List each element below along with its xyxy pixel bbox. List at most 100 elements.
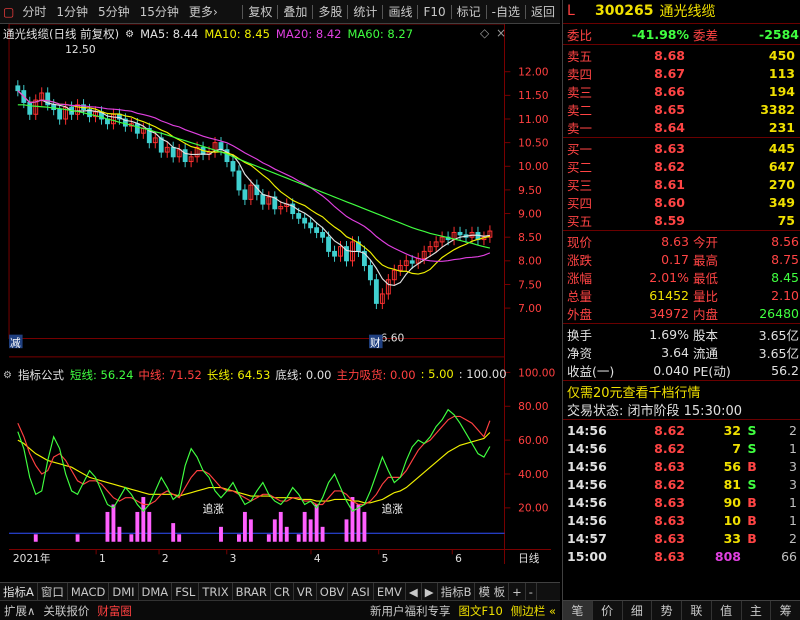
f10-graphic-button[interactable]: 图文F10 [455,603,507,619]
ma10-line [17,90,491,275]
order-book-row[interactable]: 买四 8.60 349 [567,193,800,211]
tick-volume: 808 [714,548,741,564]
indicator-tab[interactable]: ASI [348,582,374,601]
multi-stock-button[interactable]: 多股 [313,1,347,23]
indicator-tab[interactable]: 指标B [438,582,476,601]
overlay-button[interactable]: 叠加 [278,1,312,23]
order-book-row[interactable]: 卖二 8.65 3382 [567,100,800,118]
order-book-row[interactable]: 卖三 8.66 194 [567,82,800,100]
indicator-title[interactable]: 指标公式 [18,367,64,383]
tick-price: 8.63 [654,512,685,528]
order-book-row[interactable]: 卖一 8.64 231 [567,118,800,136]
indicator-tab[interactable]: + [509,582,526,601]
more-label: 更多 [188,4,213,19]
remove-watchlist-button[interactable]: -自选 [487,1,525,23]
settings-icon[interactable]: ⚙ [125,29,134,40]
mark-button[interactable]: 标记 [452,1,486,23]
related-quote-button[interactable]: 关联报价 [39,603,93,619]
close-icon[interactable]: × [496,26,506,40]
tab-more[interactable]: 更多› [184,1,223,23]
fuquan-button[interactable]: 复权 [243,1,277,23]
stat-label: 内盘 [693,306,719,322]
expand-button[interactable]: 扩展∧ [0,603,39,619]
indicator-tick-label: 60.00 [518,434,549,447]
indicator-tab[interactable]: BRAR [233,582,271,601]
month-label: 6 [455,552,462,564]
indicator-tab[interactable]: - [526,582,537,601]
accumulation-bar [111,504,116,542]
level-volume: 113 [768,65,795,81]
level-volume: 445 [768,140,795,156]
f10-button[interactable]: F10 [418,1,450,23]
panel-tab[interactable]: 势 [652,601,682,620]
panel-tab[interactable]: 笔 [563,601,593,620]
indicator-tab[interactable]: DMI [109,582,139,601]
stats-button[interactable]: 统计 [348,1,382,23]
stat-value: 0.17 [661,251,689,267]
ma-legend-item: MA5: 8.44 [140,27,199,41]
settings-icon[interactable]: ⚙ [3,370,12,381]
indicator-tab[interactable]: 窗口 [38,582,68,601]
indicator-tab[interactable]: VR [294,582,317,601]
indicator-tab[interactable]: MACD [68,582,110,601]
panel-tab[interactable]: 联 [682,601,712,620]
stat-value: 8.75 [771,251,799,267]
panel-tab[interactable]: 细 [623,601,653,620]
indicator-tab[interactable]: ▶ [422,582,438,601]
main-legend: 通光线缆(日线 前复权) ⚙ MA5: 8.44 MA10: 8.45 MA20: … [3,26,413,42]
order-book-row[interactable]: 卖四 8.67 113 [567,64,800,82]
indicator-tab[interactable]: OBV [317,582,349,601]
indicator-tab-bar: 指标A 窗口 MACD DMI DMA FSL TRIX BRAR CR VR OBV ASI EMV ◀… [0,582,560,601]
indicator-tick-label: 40.00 [518,468,549,481]
tick-side: B [747,458,757,474]
indicator-tab[interactable]: CR [271,582,294,601]
weibi-row: 委比 -41.98% 委差 -2584 [563,25,800,43]
indicator-tab[interactable]: 指标A [0,582,38,601]
indicator-tab[interactable]: DMA [139,582,173,601]
accumulation-bar [242,511,247,542]
indicator-tab[interactable]: ◀ [406,582,422,601]
tick-list[interactable]: 14:56 8.62 32 S 2 14:56 8.62 7 S 1 14:56 8.63 56 B 3 14… [563,421,800,565]
indicator-tab[interactable]: TRIX [199,582,233,601]
candle-body [15,85,21,92]
order-book-row[interactable]: 买二 8.62 647 [567,157,800,175]
tab-fenshi[interactable]: 分时 [17,1,51,23]
panel-tab[interactable]: 价 [593,601,623,620]
tab-1min[interactable]: 1分钟 [51,1,93,23]
tab-5min[interactable]: 5分钟 [93,1,135,23]
chart-title: 通光线缆(日线 前复权) [3,27,120,41]
sidebar-toggle-button[interactable]: 侧边栏 « [507,603,560,619]
kline-chart[interactable]: 12.00 11.50 11.00 10.50 10.00 9.50 9.00 8.50 8.0… [0,24,560,564]
indicator-mid-line [17,415,491,506]
order-book-row[interactable]: 买五 8.59 75 [567,211,800,229]
reduce-marker[interactable]: 减 [10,336,21,349]
level-label: 买一 [567,141,593,157]
finance-marker[interactable]: 财 [370,336,381,349]
accumulation-bar [135,511,140,542]
accumulation-bar [308,519,313,542]
tick-time: 14:56 [567,512,607,528]
tab-15min[interactable]: 15分钟 [135,1,184,23]
diamond-icon[interactable]: ◇ [480,26,489,40]
level2-promo[interactable]: 仅需20元查看千档行情 [563,382,800,401]
draw-line-button[interactable]: 画线 [383,1,417,23]
price-tick-label: 9.50 [518,184,542,197]
order-book-row[interactable]: 买一 8.63 445 [567,139,800,157]
panel-tab[interactable]: 主 [742,601,772,620]
panel-tab[interactable]: 值 [712,601,742,620]
price-tick-label: 10.00 [518,160,549,173]
level-price: 8.67 [654,65,685,81]
wealth-circle-button[interactable]: 财富圈 [93,603,136,619]
tick-volume: 81 [723,476,741,492]
indicator-legend-item: 中线: 71.52 [138,368,202,382]
panel-tab[interactable]: 筹 [771,601,800,620]
indicator-tab[interactable]: EMV [374,582,406,601]
order-book-row[interactable]: 买三 8.61 270 [567,175,800,193]
indicator-tab[interactable]: FSL [172,582,200,601]
new-user-promo-link[interactable]: 新用户福利专享 [366,603,455,619]
indicator-tab[interactable]: 模 板 [475,582,510,601]
stat-row: 净资 3.64 流通 3.65亿 [567,343,800,361]
back-button[interactable]: 返回 [526,1,560,23]
order-book-row[interactable]: 卖五 8.68 450 [567,46,800,64]
level-label: 卖三 [567,84,593,100]
